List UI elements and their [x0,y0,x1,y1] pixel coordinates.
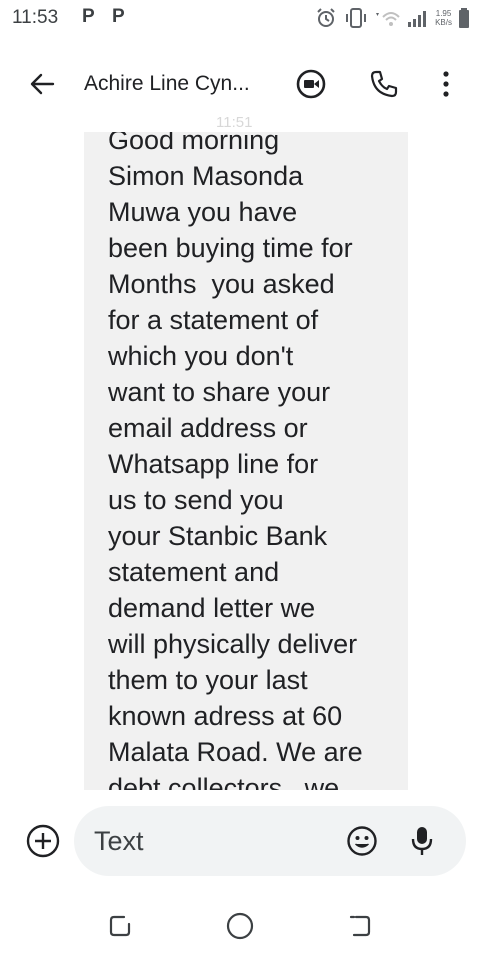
video-call-button[interactable] [293,66,329,102]
voice-input-button[interactable] [404,823,440,859]
status-bar: 11:53 P P 1.95 KB/s [0,0,480,36]
alarm-icon [317,8,335,27]
message-line: for a statement of [108,305,319,335]
message-line: will physically deliver [108,629,358,659]
message-line: your Stanbic Bank [108,521,328,551]
message-line: Malata Road. We are [108,737,363,767]
message-line: known adress at 60 [108,701,343,731]
more-options-button[interactable] [428,66,464,102]
back-button[interactable] [24,68,60,100]
status-time: 11:53 [12,7,59,28]
notification-p-icon: P [82,6,95,27]
mic-icon [411,827,433,855]
message-text: Good morning Simon Masonda Muwa you have… [108,132,398,790]
message-input[interactable]: Text [74,806,466,876]
net-speed-unit: KB/s [435,18,452,27]
message-list[interactable]: Good morning Simon Masonda Muwa you have… [0,132,480,790]
message-bubble[interactable]: Good morning Simon Masonda Muwa you have… [84,132,408,790]
message-line: Whatsapp line for [108,449,319,479]
net-speed: 1.95 KB/s [435,9,452,27]
vibrate-icon [346,8,367,28]
more-vert-icon [443,71,449,97]
emoji-button[interactable] [344,823,380,859]
battery-icon [459,8,469,28]
message-line: demand letter we [108,593,316,623]
nav-back-button[interactable] [342,908,378,944]
message-line: statement and [108,557,280,587]
recents-icon [109,915,131,937]
add-circle-icon [26,824,60,858]
ghost-time: 11:51 [216,114,253,131]
wifi-icon [376,12,400,26]
home-button[interactable] [222,908,258,944]
composer: Text [0,806,480,876]
message-line: which you don't [108,341,294,371]
message-line: Muwa you have [108,197,298,227]
add-attachment-button[interactable] [24,822,62,860]
status-icons: 1.95 KB/s [315,6,470,30]
net-speed-value: 1.95 [435,9,452,18]
message-input-placeholder: Text [94,826,144,856]
notification-p-icon: P [112,6,125,27]
back-arrow-icon [30,73,55,95]
emoji-icon [347,826,377,856]
message-line: debt collectors , we [108,773,340,790]
message-line: Months you asked [108,269,335,299]
back-icon [349,915,371,937]
message-line: them to your last [108,665,308,695]
message-line: Simon Masonda [108,161,304,191]
message-line: us to send you [108,485,284,515]
home-icon [226,912,254,940]
signal-icon [408,11,427,27]
navigation-bar [0,900,480,960]
app-bar: 11:51 Achire Line Cyn... [0,54,480,131]
recents-button[interactable] [102,908,138,944]
phone-icon [370,70,398,98]
call-button[interactable] [366,66,402,102]
message-line: want to share your [108,377,331,407]
video-call-icon [296,69,326,99]
message-line: email address or [108,413,308,443]
message-line: Good morning [108,132,280,155]
conversation-title[interactable]: Achire Line Cyn... [84,72,274,96]
message-line: been buying time for [108,233,353,263]
